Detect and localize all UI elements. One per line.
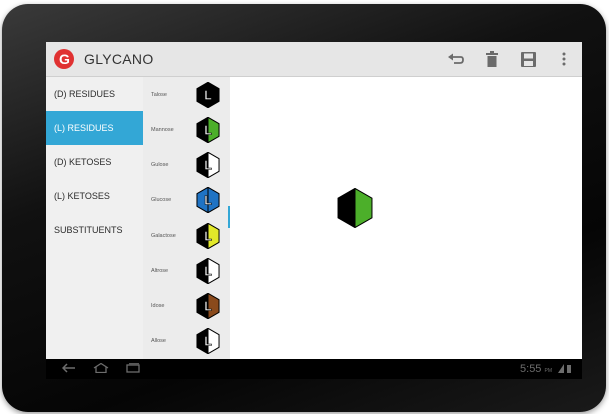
signal-battery-icon bbox=[558, 363, 572, 375]
back-icon[interactable] bbox=[60, 362, 78, 376]
home-icon[interactable] bbox=[92, 362, 110, 376]
action-icons bbox=[438, 46, 582, 72]
residue-letter: L bbox=[204, 123, 212, 137]
residue-label: Mannose bbox=[151, 126, 174, 133]
residue-letter: L bbox=[204, 229, 212, 243]
category-d-residues[interactable]: (D) RESIDUES bbox=[46, 77, 143, 111]
residue-label: Idose bbox=[151, 303, 165, 310]
residue-letter: L bbox=[204, 159, 212, 173]
residue-label: Gulose bbox=[151, 162, 169, 169]
residue-hexagon-icon[interactable]: L bbox=[195, 81, 221, 108]
recent-apps-icon[interactable] bbox=[124, 362, 142, 376]
undo-icon[interactable] bbox=[443, 46, 469, 72]
clock-time: 5:55 bbox=[520, 363, 542, 375]
category-substituents[interactable]: SUBSTITUENTS bbox=[46, 213, 143, 247]
residue-item-allose[interactable]: Allose L bbox=[143, 324, 230, 359]
residue-hexagon-icon[interactable]: L bbox=[195, 152, 221, 179]
residue-hexagon-icon[interactable]: L bbox=[195, 116, 221, 143]
action-bar: G GLYCANO bbox=[46, 42, 582, 77]
app-logo-letter: G bbox=[59, 51, 70, 67]
residue-hexagon-icon[interactable]: L bbox=[195, 187, 221, 214]
category-l-ketoses[interactable]: (L) KETOSES bbox=[46, 179, 143, 213]
residue-item-galactose[interactable]: Galactose L bbox=[143, 218, 230, 253]
category-d-ketoses[interactable]: (D) KETOSES bbox=[46, 145, 143, 179]
residue-label: Galactose bbox=[151, 232, 176, 239]
residue-list: Talose L Mannose L Gulose L Glucose L Galactose L… bbox=[143, 77, 230, 359]
residue-letter: L bbox=[204, 264, 212, 278]
residue-label: Altrose bbox=[151, 267, 169, 274]
residue-hexagon-icon[interactable]: L bbox=[195, 328, 221, 355]
residue-label: Allose bbox=[151, 338, 166, 345]
residue-hexagon-icon[interactable]: L bbox=[195, 222, 221, 249]
app-title: GLYCANO bbox=[84, 51, 154, 67]
residue-hexagon-icon[interactable]: L bbox=[195, 257, 221, 284]
clock-suffix: PM bbox=[544, 368, 553, 374]
residue-letter: L bbox=[204, 335, 212, 349]
glycan-canvas[interactable] bbox=[231, 77, 582, 359]
trash-icon[interactable] bbox=[479, 46, 505, 72]
save-icon[interactable] bbox=[515, 46, 541, 72]
category-l-residues[interactable]: (L) RESIDUES bbox=[46, 111, 151, 145]
residue-item-altrose[interactable]: Altrose L bbox=[143, 253, 230, 288]
residue-item-mannose[interactable]: Mannose L bbox=[143, 112, 230, 147]
residue-label: Talose bbox=[151, 91, 167, 98]
residue-letter: L bbox=[204, 88, 212, 102]
residue-item-talose[interactable]: Talose L bbox=[143, 77, 230, 112]
residue-item-glucose[interactable]: Glucose L bbox=[143, 183, 230, 218]
residue-hexagon-icon[interactable]: L bbox=[195, 293, 221, 320]
list-scrollbar[interactable] bbox=[228, 206, 230, 228]
system-nav-bar: 5:55 PM bbox=[46, 359, 582, 379]
residue-letter: L bbox=[204, 300, 212, 314]
residue-item-gulose[interactable]: Gulose L bbox=[143, 148, 230, 183]
overflow-menu-icon[interactable] bbox=[551, 46, 577, 72]
category-sidebar: (D) RESIDUES (L) RESIDUES (D) KETOSES (L) K… bbox=[46, 77, 151, 359]
residue-letter: L bbox=[204, 194, 212, 208]
status-clock: 5:55 PM bbox=[520, 363, 552, 375]
residue-item-idose[interactable]: Idose L bbox=[143, 289, 230, 324]
canvas-residue-hexagon[interactable] bbox=[335, 188, 375, 228]
residue-label: Glucose bbox=[151, 197, 172, 204]
app-screen: G GLYCANO (D) RESIDUES (L) RESIDUES (D) KE… bbox=[46, 42, 582, 379]
app-logo-icon: G bbox=[54, 49, 74, 69]
